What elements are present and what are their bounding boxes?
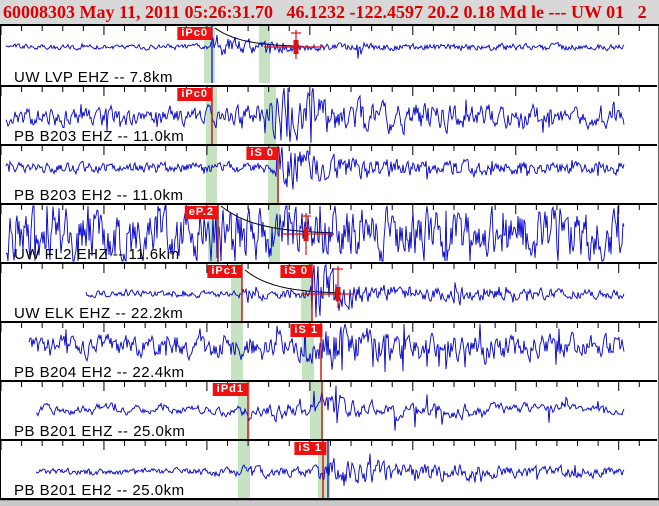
station-label: UW FL2 EHZ -- 11.6km [14,246,180,263]
trace-area: iPc0 UW LVP EHZ -- 7.8km iPc0 PB B203 EHZ -… [0,26,659,499]
pick-flag[interactable]: iPd1 [212,383,248,396]
pick-flag[interactable]: iS 0 [280,265,312,278]
pick-flag[interactable]: iPc0 [177,27,212,40]
station-label: PB B203 EH2 -- 11.0km [14,187,184,204]
trace-panel-pb-b203-eh2[interactable]: iS 0 PB B203 EH2 -- 11.0km [1,144,657,204]
arrival-band [310,382,323,439]
station-label: PB B204 EH2 -- 22.4km [14,364,185,381]
station-label: PB B201 EH2 -- 25.0km [14,482,185,499]
pick-flag[interactable]: eP.2 [184,206,218,219]
trace-panel-pb-b204-eh2[interactable]: iS 1 PB B204 EH2 -- 22.4km [1,321,657,381]
trace-panel-pb-b201-ehz[interactable]: iPd1 PB B201 EHZ -- 25.0km [1,380,657,440]
trace-panel-uw-lvp-ehz[interactable]: iPc0 UW LVP EHZ -- 7.8km [1,26,657,86]
pick-flag[interactable]: iS 1 [294,442,326,455]
pick-flag[interactable]: iS 0 [246,147,278,160]
pick-flag[interactable]: iS 1 [290,324,322,337]
window-bottom-edge [0,500,659,506]
time-ticks [1,264,640,273]
station-label: UW ELK EHZ -- 22.2km [14,305,184,322]
trace-panel-pb-b203-ehz[interactable]: iPc0 PB B203 EHZ -- 11.0km [1,85,657,145]
pick-flag[interactable]: iPc0 [177,88,212,101]
time-ticks [1,87,640,96]
title-bar: 60008303 May 11, 2011 05:26:31.70 46.123… [0,0,659,26]
station-label: UW LVP EHZ -- 7.8km [14,69,173,86]
time-ticks [1,146,640,155]
arrival-band [259,26,270,83]
trace-panel-pb-b201-eh2[interactable]: iS 1 PB B201 EH2 -- 25.0km [1,439,657,499]
pick-flag[interactable]: iPc1 [207,265,242,278]
waveform [5,146,625,190]
station-label: PB B203 EHZ -- 11.0km [14,128,185,145]
seismogram-window: 60008303 May 11, 2011 05:26:31.70 46.123… [0,0,659,506]
station-label: PB B201 EHZ -- 25.0km [14,423,186,440]
trace-panel-uw-fl2-ehz[interactable]: eP.2 UW FL2 EHZ -- 11.6km [1,203,657,263]
arrival-band [206,146,217,203]
arrival-band [231,323,243,380]
trace-panel-uw-elk-ehz[interactable]: iPc1 iS 0 UW ELK EHZ -- 22.2km [1,262,657,322]
time-ticks [1,26,640,35]
event-summary-text: 60008303 May 11, 2011 05:26:31.70 46.123… [3,1,647,22]
